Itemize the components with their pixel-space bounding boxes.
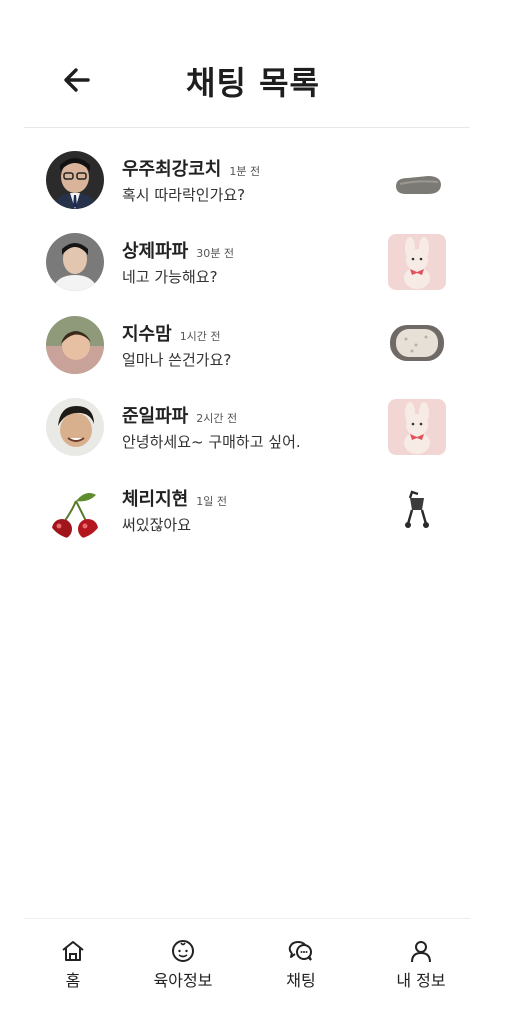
chat-message: 얼마나 쓴건가요?	[122, 351, 232, 369]
nav-label: 육아정보	[153, 971, 213, 990]
product-thumbnail	[388, 234, 446, 290]
chat-time: 1일 전	[196, 495, 227, 508]
nav-item-home[interactable]: 홈	[18, 939, 128, 999]
nav-label: 채팅	[286, 971, 316, 990]
chat-message: 써있잖아요	[122, 516, 192, 534]
baby-face-icon	[172, 940, 194, 962]
page-title: 채팅 목록	[186, 64, 320, 102]
product-thumbnail	[388, 152, 446, 208]
chat-message: 네고 가능해요?	[122, 268, 218, 286]
avatar	[46, 316, 104, 374]
chat-name: 상제파파 30분 전	[122, 241, 234, 262]
chat-item[interactable]: 지수맘 1시간 전 얼마나 쓴건가요?	[24, 310, 470, 380]
chat-time: 1분 전	[229, 165, 261, 178]
chat-bubbles-icon	[288, 940, 312, 961]
product-thumbnail	[388, 399, 446, 455]
chat-name: 우주최강코치 1분 전	[122, 159, 261, 180]
chat-item[interactable]: 우주최강코치 1분 전 혹시 따라락인가요?	[24, 145, 470, 215]
product-thumbnail	[388, 317, 446, 373]
user-icon	[411, 941, 431, 963]
nav-label: 내 정보	[396, 971, 446, 990]
home-icon	[62, 941, 84, 961]
chat-time: 2시간 전	[196, 412, 238, 425]
chat-item[interactable]: 상제파파 30분 전 네고 가능해요?	[24, 227, 470, 297]
bottom-nav: 홈 육아정보 채팅 내 정보	[0, 919, 506, 1014]
chat-time: 1시간 전	[179, 330, 221, 343]
nav-label: 홈	[65, 971, 81, 990]
header: 채팅 목록	[0, 0, 506, 128]
avatar	[46, 233, 104, 291]
avatar	[46, 151, 104, 209]
nav-item-parenting-info[interactable]: 육아정보	[128, 939, 238, 999]
product-thumbnail	[388, 482, 446, 538]
chat-item[interactable]: 준일파파 2시간 전 안녕하세요~ 구매하고 싶어.	[24, 392, 470, 462]
avatar	[46, 398, 104, 456]
nav-item-my-info[interactable]: 내 정보	[366, 939, 476, 999]
chat-name: 준일파파 2시간 전	[122, 406, 238, 427]
nav-item-chat[interactable]: 채팅	[246, 939, 356, 999]
chat-message: 안녕하세요~ 구매하고 싶어.	[122, 433, 301, 451]
avatar	[46, 481, 104, 539]
chat-name: 체리지현 1일 전	[122, 489, 227, 510]
divider	[24, 127, 470, 128]
chat-name: 지수맘 1시간 전	[122, 324, 221, 345]
chat-time: 30분 전	[196, 247, 234, 260]
chat-item[interactable]: 체리지현 1일 전 써있잖아요	[24, 475, 470, 545]
chat-message: 혹시 따라락인가요?	[122, 186, 246, 204]
